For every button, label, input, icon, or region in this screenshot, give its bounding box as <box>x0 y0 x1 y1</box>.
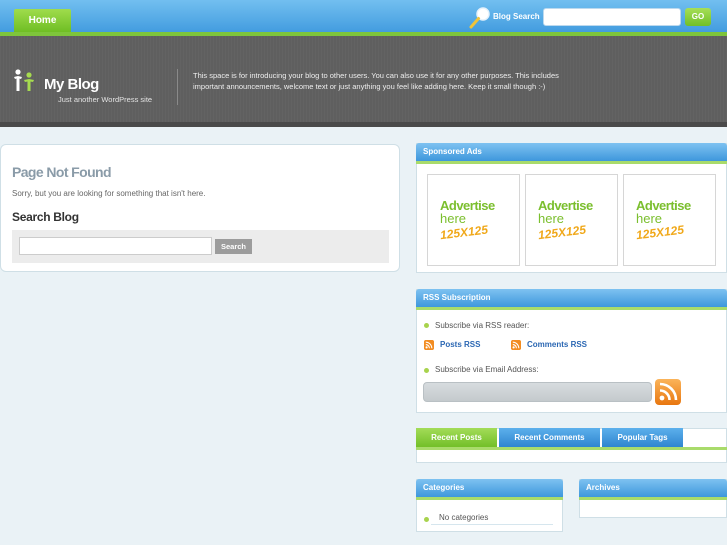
blog-search-label: Blog Search <box>493 12 540 21</box>
blog-search-input[interactable] <box>543 8 681 26</box>
site-title[interactable]: My Blog <box>44 76 99 93</box>
search-blog-input[interactable] <box>19 237 212 255</box>
rss-subscribe-icon[interactable] <box>655 379 681 405</box>
bullet-icon <box>424 517 429 522</box>
search-blog-button[interactable]: Search <box>215 239 252 254</box>
rss-reader-label: Subscribe via RSS reader: <box>435 321 530 330</box>
magnifier-icon <box>469 7 490 29</box>
tab-popular-tags[interactable]: Popular Tags <box>602 428 683 447</box>
header-divider <box>177 69 178 105</box>
go-button[interactable]: GO <box>685 8 711 26</box>
rss-feed-icon <box>424 340 434 350</box>
email-address-input[interactable] <box>423 382 652 402</box>
ad-slot-1[interactable]: Advertise here 125X125 <box>427 174 520 266</box>
comments-rss-link[interactable]: Comments RSS <box>527 340 587 349</box>
tabs-accent-line <box>416 447 727 450</box>
header-intro-text: This space is for introducing your blog … <box>193 71 559 91</box>
bullet-icon <box>424 368 429 373</box>
sponsored-ads-title: Sponsored Ads <box>416 143 727 161</box>
rss-subscription-title: RSS Subscription <box>416 289 727 307</box>
sponsored-ads-accent-line <box>416 161 727 164</box>
rss-accent-line <box>416 307 727 310</box>
ad-slot-2[interactable]: Advertise here 125X125 <box>525 174 618 266</box>
site-tagline: Just another WordPress site <box>58 95 153 104</box>
category-divider <box>431 524 553 525</box>
page-title: Page Not Found <box>12 164 112 180</box>
posts-rss-link[interactable]: Posts RSS <box>440 340 480 349</box>
not-found-message: Sorry, but you are looking for something… <box>12 189 206 198</box>
archives-title: Archives <box>579 479 727 497</box>
bullet-icon <box>424 323 429 328</box>
tab-recent-comments[interactable]: Recent Comments <box>499 428 600 447</box>
tab-recent-posts[interactable]: Recent Posts <box>416 428 497 447</box>
rss-feed-icon <box>511 340 521 350</box>
ad-slot-3[interactable]: Advertise here 125X125 <box>623 174 716 266</box>
header-bottom-border <box>0 122 727 127</box>
nav-home-tab[interactable]: Home <box>14 9 71 32</box>
archives-accent-line <box>579 497 727 500</box>
categories-title: Categories <box>416 479 563 497</box>
category-item: No categories <box>439 513 489 522</box>
categories-accent-line <box>416 497 563 500</box>
search-blog-heading: Search Blog <box>12 210 79 224</box>
email-subscribe-label: Subscribe via Email Address: <box>435 365 539 374</box>
people-logo-icon <box>14 69 34 91</box>
